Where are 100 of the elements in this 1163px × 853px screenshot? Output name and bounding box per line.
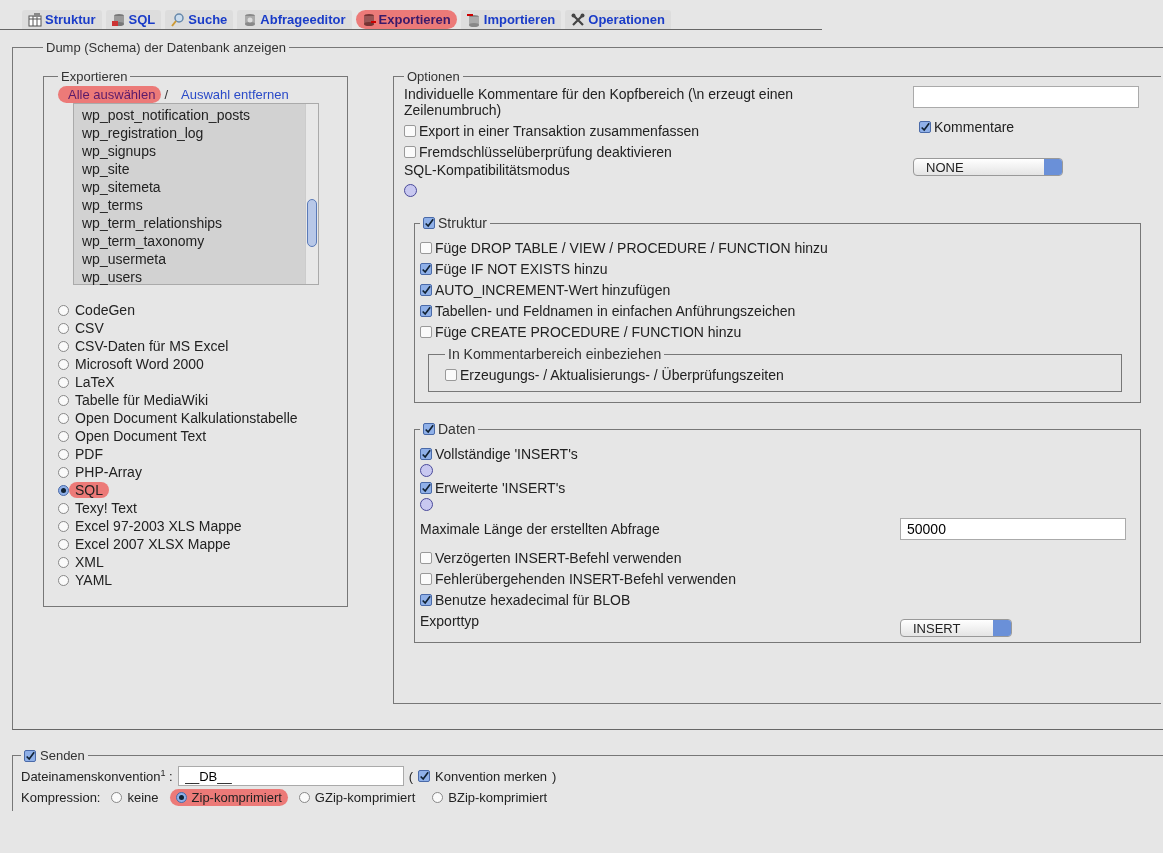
radio-label: CSV	[75, 320, 104, 336]
field-label: Maximale Länge der erstellten Abfrage	[420, 521, 661, 537]
link[interactable]: Auswahl entfernen	[171, 86, 295, 103]
radio-button[interactable]	[58, 430, 69, 442]
checkbox[interactable]	[24, 749, 36, 762]
checkbox[interactable]	[919, 120, 931, 133]
tools-icon	[571, 12, 586, 27]
field-label: Kompression:	[21, 789, 101, 805]
scrollbar[interactable]	[305, 104, 318, 284]
checkbox[interactable]	[445, 368, 457, 381]
parenthesis: (	[408, 768, 414, 784]
radio-label: Open Document Text	[75, 428, 207, 444]
radio-button[interactable]	[58, 358, 69, 370]
tab[interactable]: Exportieren	[355, 10, 457, 29]
parenthesis: )	[552, 768, 557, 784]
checkbox[interactable]	[420, 241, 432, 254]
checkbox[interactable]	[420, 593, 432, 606]
database-icon	[361, 12, 376, 27]
radio-button[interactable]	[58, 394, 69, 406]
list-item[interactable]: wp_term_relationships	[82, 214, 297, 232]
list-item[interactable]: wp_sitemeta	[82, 178, 297, 196]
fieldset-legend: In Kommentarbereich einbeziehen	[445, 346, 665, 362]
radio-button[interactable]	[58, 502, 69, 514]
radio-button[interactable]	[58, 412, 69, 424]
radio-label: SQL	[69, 482, 109, 498]
checkbox-label: Fehlerübergehenden INSERT-Befehl verwenden	[435, 570, 736, 587]
checkbox[interactable]	[420, 447, 432, 460]
checkbox[interactable]	[423, 217, 435, 229]
checkbox-label: Erweiterte 'INSERT's	[435, 479, 566, 496]
radio-button[interactable]	[111, 791, 123, 803]
field-label: Exporttyp	[420, 613, 481, 629]
radio-button[interactable]	[58, 484, 69, 496]
checkbox-label: AUTO_INCREMENT-Wert hinzufügen	[435, 281, 671, 298]
checkbox[interactable]	[420, 262, 432, 275]
list-item[interactable]: wp_usermeta	[82, 250, 297, 268]
tab[interactable]: Suche	[165, 10, 234, 29]
checkbox[interactable]	[418, 770, 431, 782]
checkbox[interactable]	[420, 304, 432, 317]
radio-button[interactable]	[58, 322, 69, 334]
help-icon[interactable]	[420, 464, 433, 477]
table-list[interactable]: wp_post_notification_posts wp_registration_log wp_signups wp_site wp_sitemeta wp_terms wp_term_relationships wp_term_taxonomy wp_usermeta wp_users	[73, 103, 319, 285]
database-icon	[243, 12, 258, 27]
radio-button[interactable]	[58, 556, 69, 568]
list-item[interactable]: wp_term_taxonomy	[82, 232, 297, 250]
radio-button[interactable]	[432, 791, 444, 803]
checkbox[interactable]	[420, 283, 432, 296]
list-item[interactable]: wp_registration_log	[82, 124, 297, 142]
fieldset-legend: Optionen	[404, 69, 463, 84]
checkbox-label: Füge DROP TABLE / VIEW / PROCEDURE / FUNCTION hinzu	[435, 239, 828, 256]
checkbox-label: Benutze hexadecimal für BLOB	[435, 591, 631, 608]
field-label: SQL-Kompatibilitätsmodus	[404, 162, 570, 178]
list-item[interactable]: wp_site	[82, 160, 297, 178]
radio-button[interactable]	[175, 791, 187, 803]
checkbox[interactable]	[420, 551, 432, 564]
checkbox[interactable]	[404, 124, 416, 137]
fieldset-legend: Exportieren	[58, 69, 131, 84]
help-icon[interactable]	[420, 498, 433, 511]
radio-label: PDF	[75, 446, 103, 462]
radio-button[interactable]	[58, 376, 69, 388]
radio-label: Zip-komprimiert	[191, 789, 282, 805]
checkbox[interactable]	[420, 325, 432, 338]
help-icon[interactable]	[404, 184, 417, 197]
list-item[interactable]: wp_terms	[82, 196, 297, 214]
tab[interactable]: Importieren	[460, 10, 562, 29]
list-item[interactable]: wp_post_notification_posts	[82, 106, 297, 124]
database-icon	[111, 12, 126, 27]
checkbox[interactable]	[420, 572, 432, 585]
checkbox-label: Füge CREATE PROCEDURE / FUNCTION hinzu	[435, 323, 742, 340]
checkbox-label: Export in einer Transaktion zusammenfassen	[419, 122, 700, 139]
radio-button[interactable]	[58, 340, 69, 352]
checkbox-label: Erzeugungs- / Aktualisierungs- / Überprüfungszeiten	[460, 366, 784, 383]
checkbox-label: Kommentare	[934, 118, 1015, 135]
list-item[interactable]: wp_users	[82, 268, 297, 286]
checkbox[interactable]	[423, 423, 435, 435]
search-icon	[171, 12, 186, 27]
filename-field[interactable]: __DB__	[177, 766, 404, 786]
checkbox-label: Füge IF NOT EXISTS hinzu	[435, 260, 608, 277]
tab[interactable]: Struktur	[22, 10, 102, 29]
radio-button[interactable]	[58, 538, 69, 550]
radio-button[interactable]	[58, 304, 69, 316]
length-field[interactable]: 50000	[900, 518, 1126, 540]
radio-button[interactable]	[58, 448, 69, 460]
radio-button[interactable]	[58, 466, 69, 478]
radio-button[interactable]	[298, 791, 310, 803]
list-item[interactable]: wp_signups	[82, 142, 297, 160]
tab[interactable]: Abfrageeditor	[237, 10, 352, 29]
radio-label: BZip-komprimiert	[448, 789, 548, 805]
radio-label: PHP-Array	[75, 464, 142, 480]
radio-button[interactable]	[58, 520, 69, 532]
checkbox-label: Senden	[40, 748, 85, 763]
checkbox[interactable]	[420, 481, 432, 494]
radio-label: keine	[127, 789, 159, 805]
radio-button[interactable]	[58, 574, 69, 586]
checkbox[interactable]	[404, 145, 416, 158]
tab[interactable]: Operationen	[565, 10, 671, 29]
type-select[interactable]: INSERT	[900, 619, 1012, 637]
link[interactable]: Alle auswählen	[58, 86, 162, 103]
tab[interactable]: SQL	[105, 10, 162, 29]
mode-select[interactable]: NONE	[913, 158, 1063, 176]
comment-field[interactable]	[913, 86, 1139, 108]
